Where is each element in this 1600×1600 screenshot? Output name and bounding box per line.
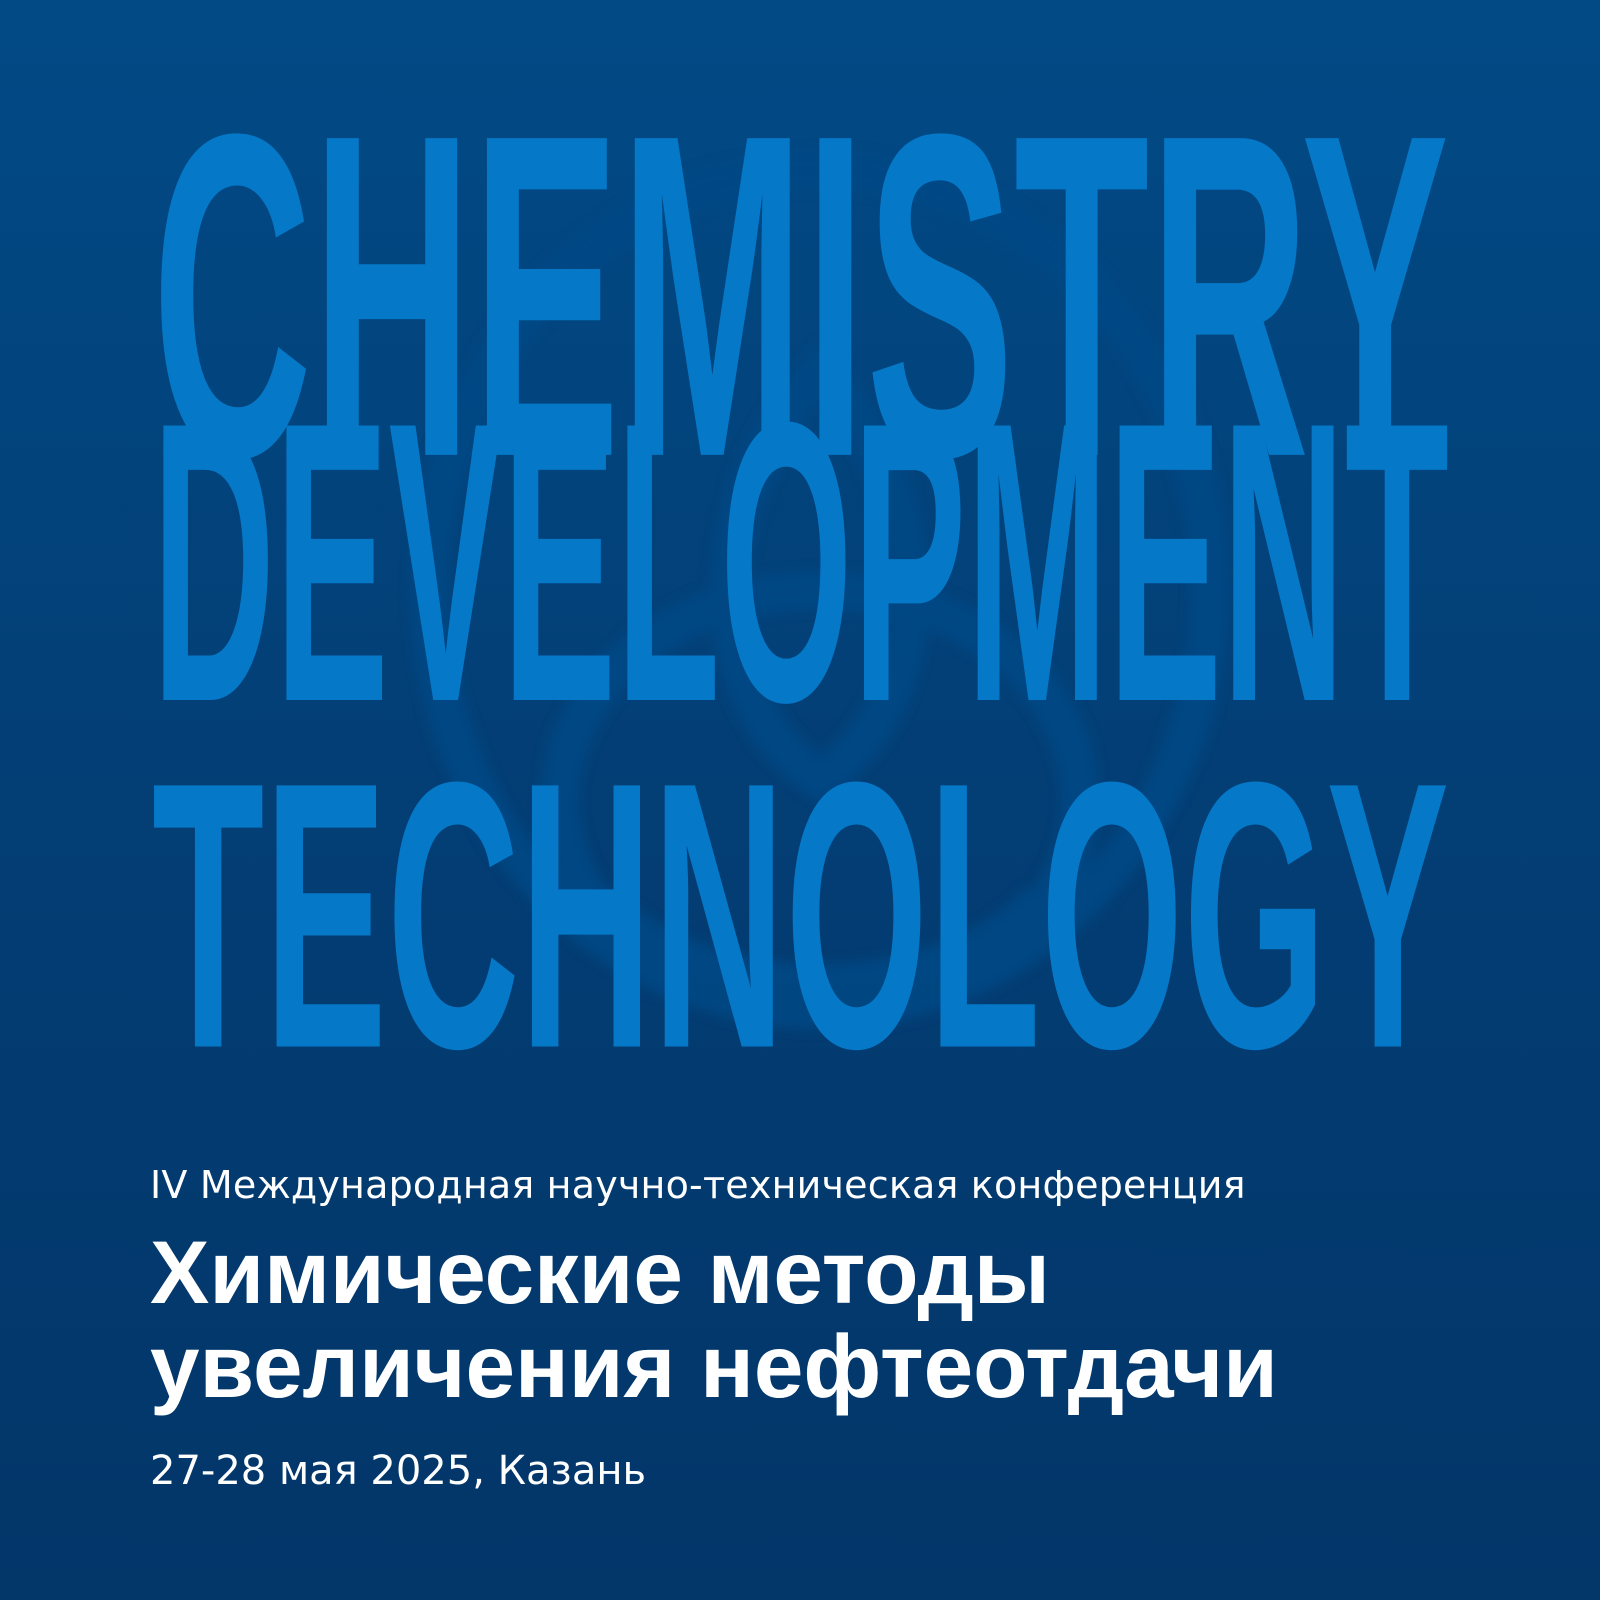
date-location: 27-28 мая 2025, Казань [150,1448,647,1494]
title-line-1: Химические методы [150,1222,1050,1322]
conference-title: Химические методы увеличения нефтеотдачи [150,1225,1278,1413]
conference-subtitle: IV Международная научно-техническая конф… [150,1163,1246,1207]
poster-canvas: CHEMISTRY DEVELOPMENT TECHNOLOGY IV Межд… [0,0,1600,1600]
title-line-2: увеличения нефтеотдачи [150,1316,1278,1416]
headline-technology: TECHNOLOGY [152,705,1449,1128]
